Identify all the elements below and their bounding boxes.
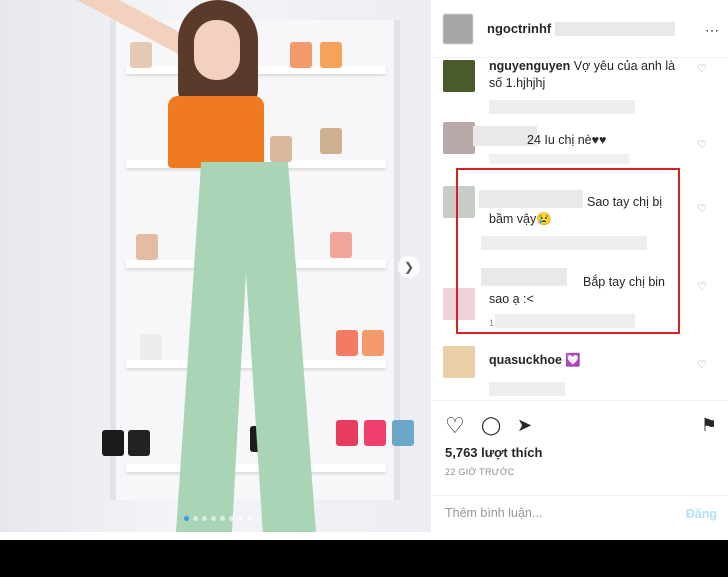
comment-text: nguyenguyen Vợ yêu của anh là số 1.hjhjh… [489,58,679,92]
figure-face [194,20,240,80]
carousel-dot [220,516,225,521]
carousel-dot [202,516,207,521]
carousel-dot [238,516,243,521]
save-icon[interactable]: ⚑ [701,415,717,436]
figure-orange-top [168,96,264,168]
shoe [336,420,358,446]
shoe [330,232,352,258]
shoe [362,330,384,356]
carousel-dot [247,516,252,521]
comment-input[interactable] [445,506,665,520]
avatar[interactable] [443,346,475,378]
shoe [392,420,414,446]
carousel-dot [229,516,234,521]
shoe [140,334,162,360]
shoe [136,234,158,260]
comment-meta-blurred [489,382,565,396]
avatar[interactable] [443,13,473,44]
carousel-dot [211,516,216,521]
heart-icon[interactable]: ♡ [697,138,707,151]
heart-icon[interactable]: ♡ [697,62,707,75]
shoe [290,42,312,68]
carousel-dot [184,516,189,521]
shoe [102,430,124,456]
shoe [320,128,342,154]
shoe [130,42,152,68]
shoe [270,136,292,162]
comment-text: quasuckhoe 💟 [489,352,581,369]
next-arrow-icon[interactable]: ❯ [398,256,420,278]
shoe-shelf [126,464,386,472]
blurred-username-tail [555,21,676,36]
comment-author[interactable]: nguyenguyen [489,59,570,73]
heart-icon[interactable]: ♡ [697,202,707,215]
shoe [320,42,342,68]
carousel-dot [193,516,198,521]
shoe [336,330,358,356]
avatar[interactable] [443,122,475,154]
share-icon[interactable]: ➤ [517,415,532,436]
heart-icon[interactable]: ♡ [697,280,707,293]
comment-author[interactable]: quasuckhoe [489,353,562,367]
more-options-icon[interactable]: ⋯ [705,22,719,39]
like-count[interactable]: 5,763 lượt thích [445,445,542,460]
shoe [128,430,150,456]
like-icon[interactable]: ♡ [445,413,465,439]
username-link[interactable]: ngoctrinhf [487,21,551,36]
comment-icon[interactable]: ◯ [481,415,501,436]
post-comment-button[interactable]: Đăng [686,507,717,521]
shoe [364,420,386,446]
highlight-annotation-box [456,168,680,334]
add-comment-bar: Đăng [431,495,728,533]
heart-icon[interactable]: ♡ [697,358,707,371]
comment-meta-blurred [489,154,629,164]
comment-body: 💟 [565,353,581,367]
post-photo[interactable]: ❯ [0,0,430,532]
avatar[interactable] [443,60,475,92]
comment-meta-blurred [489,100,635,114]
post-time[interactable]: 22 GIỜ TRƯỚC [445,467,515,477]
carousel-dots [184,516,252,521]
comment-body: 24 Iu chị nè♥♥ [527,133,607,147]
bottom-black-bar [0,540,728,577]
post-header: ngoctrinhf ⋯ [431,0,728,58]
post-actions: ♡ ◯ ➤ ⚑ 5,763 lượt thích 22 GIỜ TRƯỚC Đă… [431,400,728,532]
